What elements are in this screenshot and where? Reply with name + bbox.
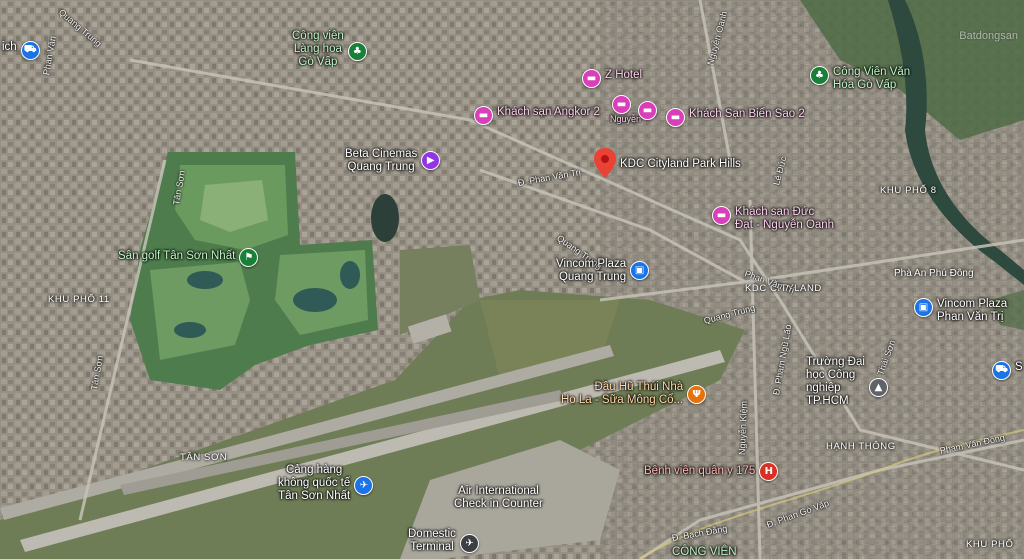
area-label: KHU PHỐ 11 [48, 294, 110, 305]
bed-icon: ▬ [638, 101, 657, 120]
shopping-cart-icon: ⛟ [992, 361, 1011, 380]
poi-dau-hu[interactable]: Đậu Hũ Thúi Nhà Ho La - Sữa Mông Cổ... Ψ [561, 381, 707, 407]
bed-icon: ▬ [712, 206, 731, 225]
area-label: KHU PHỐ [966, 539, 1014, 550]
satellite-map[interactable]: KHU PHỐ 11 KHU PHỐ 8 KDC CITYLAND HẠNH T… [0, 0, 1024, 559]
area-label: HẠNH THÔNG [826, 441, 896, 452]
watermark: Batdongsan [959, 30, 1018, 42]
bed-icon: ▬ [666, 108, 685, 127]
poi-extra-hotel[interactable]: ▬ [638, 101, 657, 120]
poi-label: Công viên Làng hoa Gò Vấp [292, 30, 344, 68]
poi-bien-sao[interactable]: ▬ Khách Sạn Biển Sao 2 [666, 108, 805, 127]
park-tree-icon: ♣ [810, 66, 829, 85]
poi-label: Nguyễn [610, 114, 642, 124]
restaurant-icon: Ψ [687, 385, 707, 404]
poi-truong[interactable]: Trường Đại học Công nghiệp TP.HCM ▲ [806, 356, 888, 408]
area-label: KHU PHỐ 8 [880, 185, 937, 196]
golf-flag-icon: ⚑ [239, 248, 259, 267]
poi-domestic[interactable]: Domestic Terminal ✈ [408, 528, 479, 554]
poi-beta[interactable]: Beta Cinemas Quang Trung ▶ [345, 148, 441, 174]
street-label: Nguyễn Kiệm [737, 400, 749, 456]
school-icon: ▲ [868, 378, 888, 397]
bed-icon: ▬ [474, 106, 493, 125]
poi-angkor[interactable]: ▬ Khách sạn Angkor 2 [474, 106, 600, 125]
shopping-bag-icon: ▣ [630, 261, 650, 280]
poi-label: Sân golf Tân Sơn Nhất [118, 250, 236, 262]
park-tree-icon: ♣ [347, 42, 367, 61]
poi-label: Đậu Hũ Thúi Nhà Ho La - Sữa Mông Cổ... [561, 381, 684, 406]
poi-cv-van[interactable]: ♣ Công Viên Văn Hóa Gò Vấp [810, 66, 910, 92]
poi-vincom-qt[interactable]: Vincom Plaza Quang Trung ▣ [556, 258, 650, 284]
poi-air-intl[interactable]: Air International Check in Counter [454, 485, 543, 511]
poi-nguyen[interactable]: ▬ [612, 95, 631, 114]
poi-z-hotel[interactable]: ▬ Z Hotel [582, 69, 642, 88]
poi-ich[interactable]: ich ⛟ [2, 41, 40, 60]
poi-label: ich [2, 41, 17, 53]
poi-benh-vien[interactable]: Bệnh viện quân y 175 H [644, 462, 779, 481]
poi-label: Z Hotel [605, 69, 643, 81]
poi-label: Domestic Terminal [408, 528, 456, 553]
poi-label: Trường Đại học Công nghiệp TP.HCM [806, 356, 865, 407]
poi-duc-dat[interactable]: ▬ Khách sạn Đức Đạt - Nguyễn Oanh [712, 206, 834, 232]
poi-label: Khách Sạn Biển Sao 2 [689, 108, 805, 120]
hospital-icon: H [759, 462, 779, 481]
shopping-cart-icon: ⛟ [20, 41, 40, 60]
area-label: Phà An Phú Đông [894, 268, 974, 279]
poi-lang-hoa[interactable]: Công viên Làng hoa Gò Vấp ♣ [292, 30, 367, 69]
poi-label: Công Viên Văn Hóa Gò Vấp [833, 66, 911, 91]
poi-label: Cảng hàng không quốc tế Tân Sơn Nhất [278, 464, 351, 502]
poi-right-edge[interactable]: ⛟ S [992, 361, 1023, 380]
location-pin-icon[interactable] [594, 148, 616, 183]
poi-airport[interactable]: Cảng hàng không quốc tế Tân Sơn Nhất ✈ [278, 464, 374, 503]
airplane-icon: ✈ [459, 534, 479, 553]
poi-label-kdc-park: KDC Cityland Park Hills [620, 158, 741, 170]
poi-label: Vincom Plaza Phan Văn Trị [937, 298, 1008, 323]
film-icon: ▶ [421, 151, 441, 170]
poi-label: Khách sạn Đức Đạt - Nguyễn Oanh [735, 206, 835, 231]
area-label: TÂN SƠN [180, 452, 228, 463]
poi-label: Bệnh viện quân y 175 [644, 465, 756, 477]
poi-vincom-pvt[interactable]: ▣ Vincom Plaza Phan Văn Trị [914, 298, 1007, 324]
airplane-icon: ✈ [354, 476, 374, 495]
poi-label: S [1015, 361, 1023, 373]
poi-golf[interactable]: Sân golf Tân Sơn Nhất ⚑ [118, 248, 259, 267]
bed-icon: ▬ [612, 95, 631, 114]
poi-label: Beta Cinemas Quang Trung [345, 148, 418, 173]
shopping-bag-icon: ▣ [914, 298, 933, 317]
poi-label: Vincom Plaza Quang Trung [556, 258, 627, 283]
poi-label: Khách sạn Angkor 2 [497, 106, 600, 118]
bed-icon: ▬ [582, 69, 601, 88]
poi-cong-vien[interactable]: CÔNG VIÊN [672, 546, 737, 559]
